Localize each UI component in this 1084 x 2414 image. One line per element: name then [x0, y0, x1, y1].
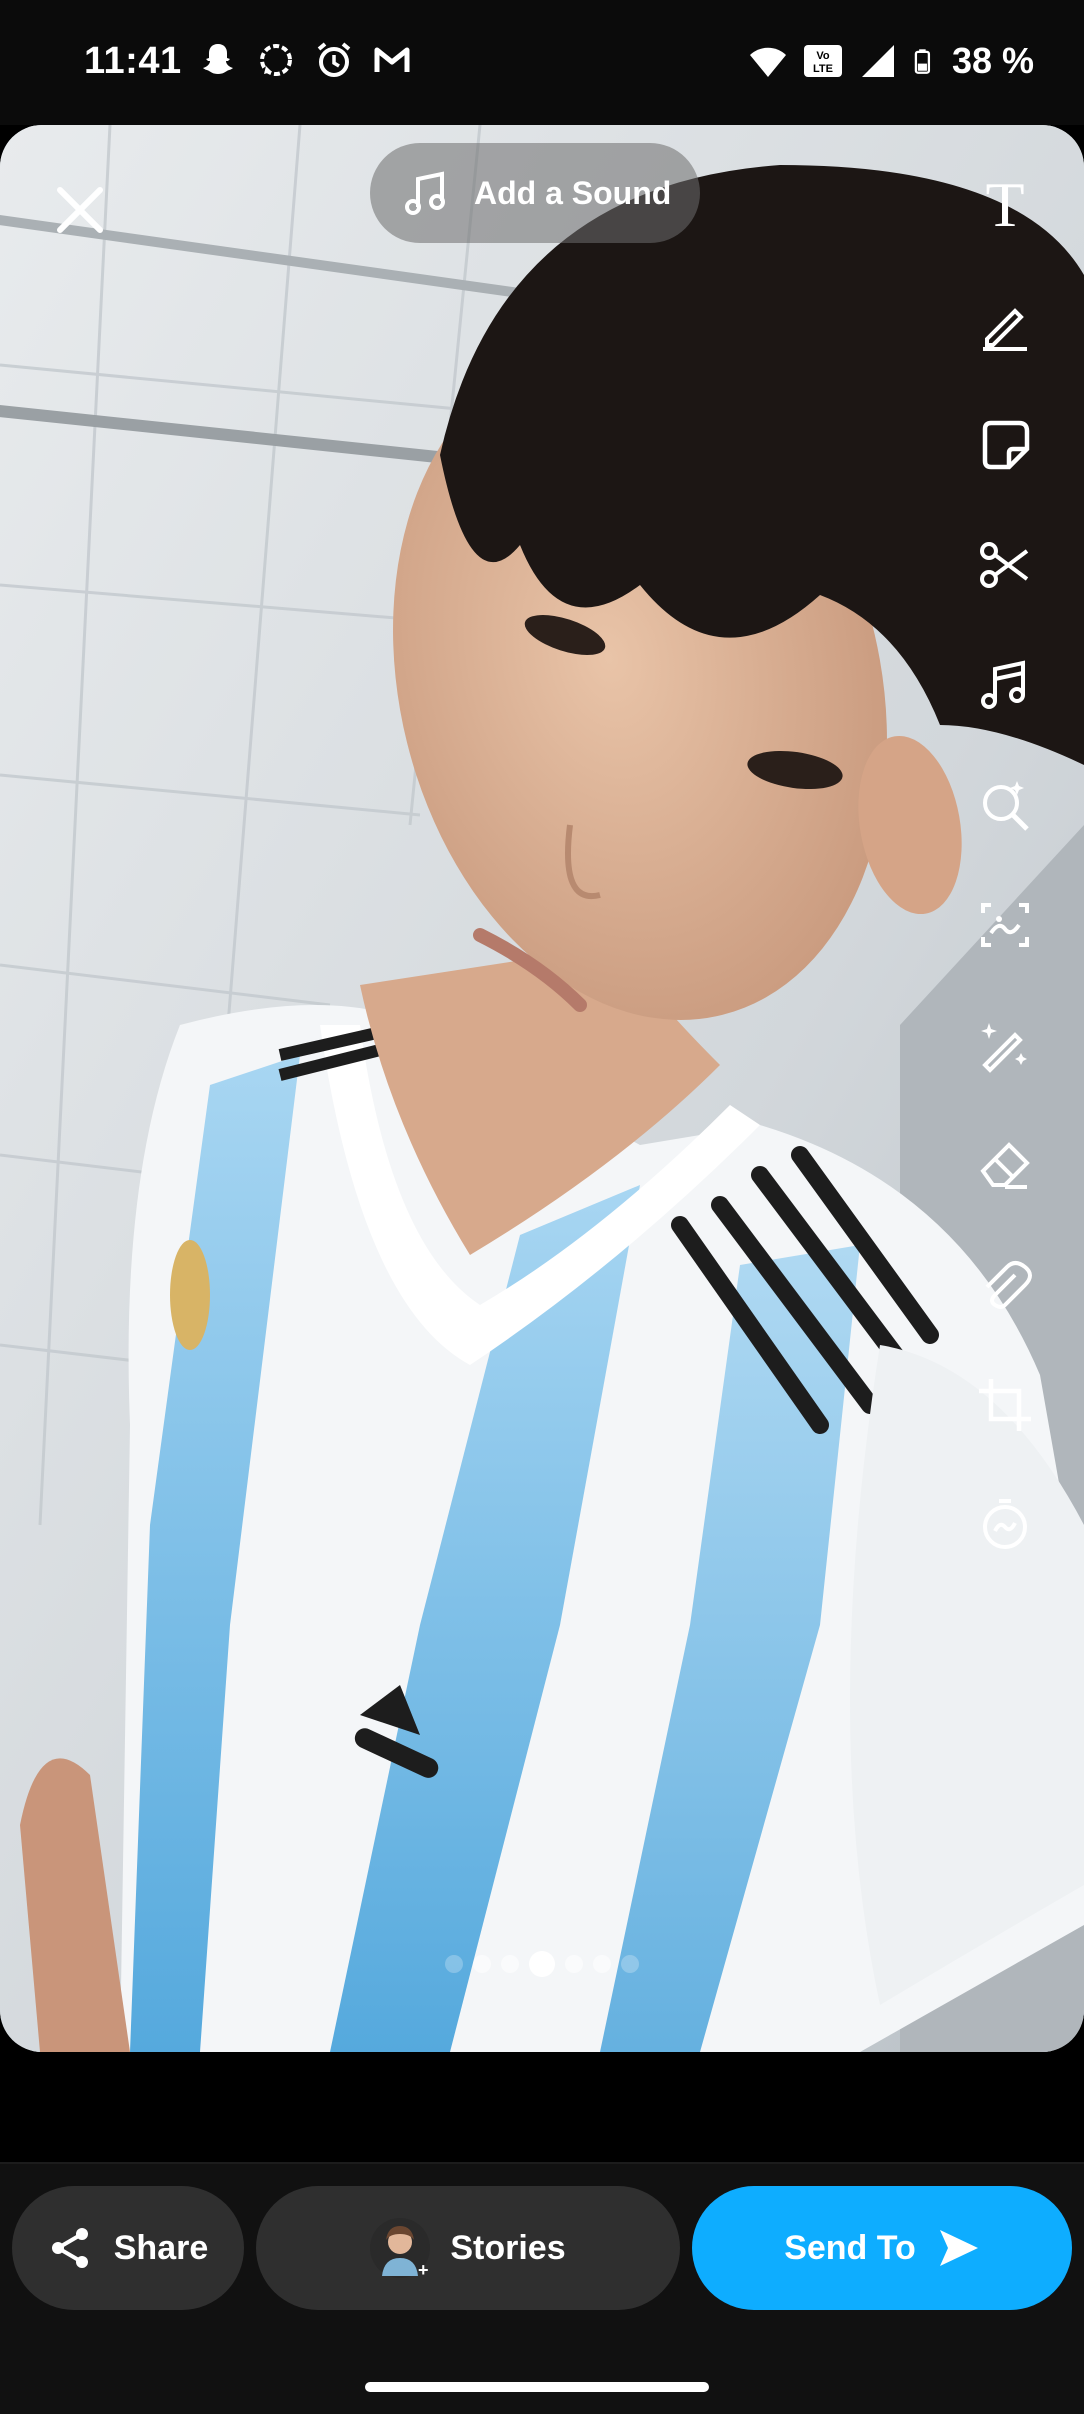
- scissors-tool-icon[interactable]: [965, 525, 1045, 605]
- send-to-label: Send To: [784, 2228, 916, 2267]
- attachment-tool-icon[interactable]: [965, 1245, 1045, 1325]
- home-indicator[interactable]: [365, 2382, 709, 2392]
- scan-tool-icon[interactable]: [965, 885, 1045, 965]
- crop-tool-icon[interactable]: [965, 1365, 1045, 1445]
- signal-app-icon: [260, 44, 292, 76]
- bottom-action-bar: Share + Stories Send To: [0, 2162, 1084, 2414]
- avatar: +: [370, 2218, 431, 2280]
- send-arrow-icon: [939, 2230, 978, 2266]
- notification-icons: [198, 40, 412, 80]
- status-bar: 11:41 Vo LTE 38 %: [0, 0, 1084, 125]
- timer-tool-icon[interactable]: [965, 1485, 1045, 1565]
- page-dot-active: [529, 1951, 555, 1977]
- page-dot: [445, 1955, 463, 1973]
- alarm-icon: [317, 42, 351, 77]
- share-icon: [51, 2228, 88, 2268]
- add-sound-button[interactable]: Add a Sound: [370, 143, 700, 243]
- page-indicator: [445, 1951, 639, 1977]
- page-dot: [501, 1955, 519, 1973]
- status-time: 11:41: [84, 40, 182, 82]
- bitmoji-avatar-icon: +: [382, 2226, 429, 2280]
- svg-text:Vo: Vo: [816, 50, 830, 62]
- volte-icon: VoLTE: [803, 45, 842, 77]
- lens-search-tool-icon[interactable]: [965, 765, 1045, 845]
- wifi-icon: [749, 47, 786, 77]
- page-dot: [593, 1955, 611, 1973]
- battery-icon: [914, 49, 930, 74]
- send-to-button[interactable]: Send To: [692, 2186, 1072, 2310]
- snapchat-icon: [203, 44, 233, 74]
- stories-label: Stories: [450, 2228, 566, 2267]
- music-note-icon: [405, 171, 445, 215]
- sticker-tool-icon[interactable]: [965, 405, 1045, 485]
- text-tool-icon[interactable]: T: [965, 165, 1045, 245]
- magic-wand-tool-icon[interactable]: [965, 1005, 1045, 1085]
- svg-text:+: +: [418, 2260, 429, 2278]
- gmail-icon: [374, 47, 410, 72]
- battery-percent: 38 %: [951, 40, 1034, 81]
- pen-tool-icon[interactable]: [965, 285, 1045, 365]
- selfie-photo: [0, 125, 1084, 2052]
- share-label: Share: [113, 2228, 209, 2267]
- page-dot: [621, 1955, 639, 1973]
- page-dot: [473, 1955, 491, 1973]
- eraser-tool-icon[interactable]: [965, 1125, 1045, 1205]
- add-sound-label: Add a Sound: [474, 174, 672, 211]
- music-tool-icon[interactable]: [965, 645, 1045, 725]
- cell-signal-icon: [861, 45, 894, 77]
- page-dot: [565, 1955, 583, 1973]
- svg-text:LTE: LTE: [813, 63, 833, 75]
- system-icons: Vo LTE 38 %: [748, 40, 1034, 82]
- snap-preview[interactable]: Add a Sound T: [0, 125, 1084, 2052]
- stories-button[interactable]: + Stories: [256, 2186, 680, 2310]
- close-icon[interactable]: [50, 180, 110, 240]
- share-button[interactable]: Share: [12, 2186, 244, 2310]
